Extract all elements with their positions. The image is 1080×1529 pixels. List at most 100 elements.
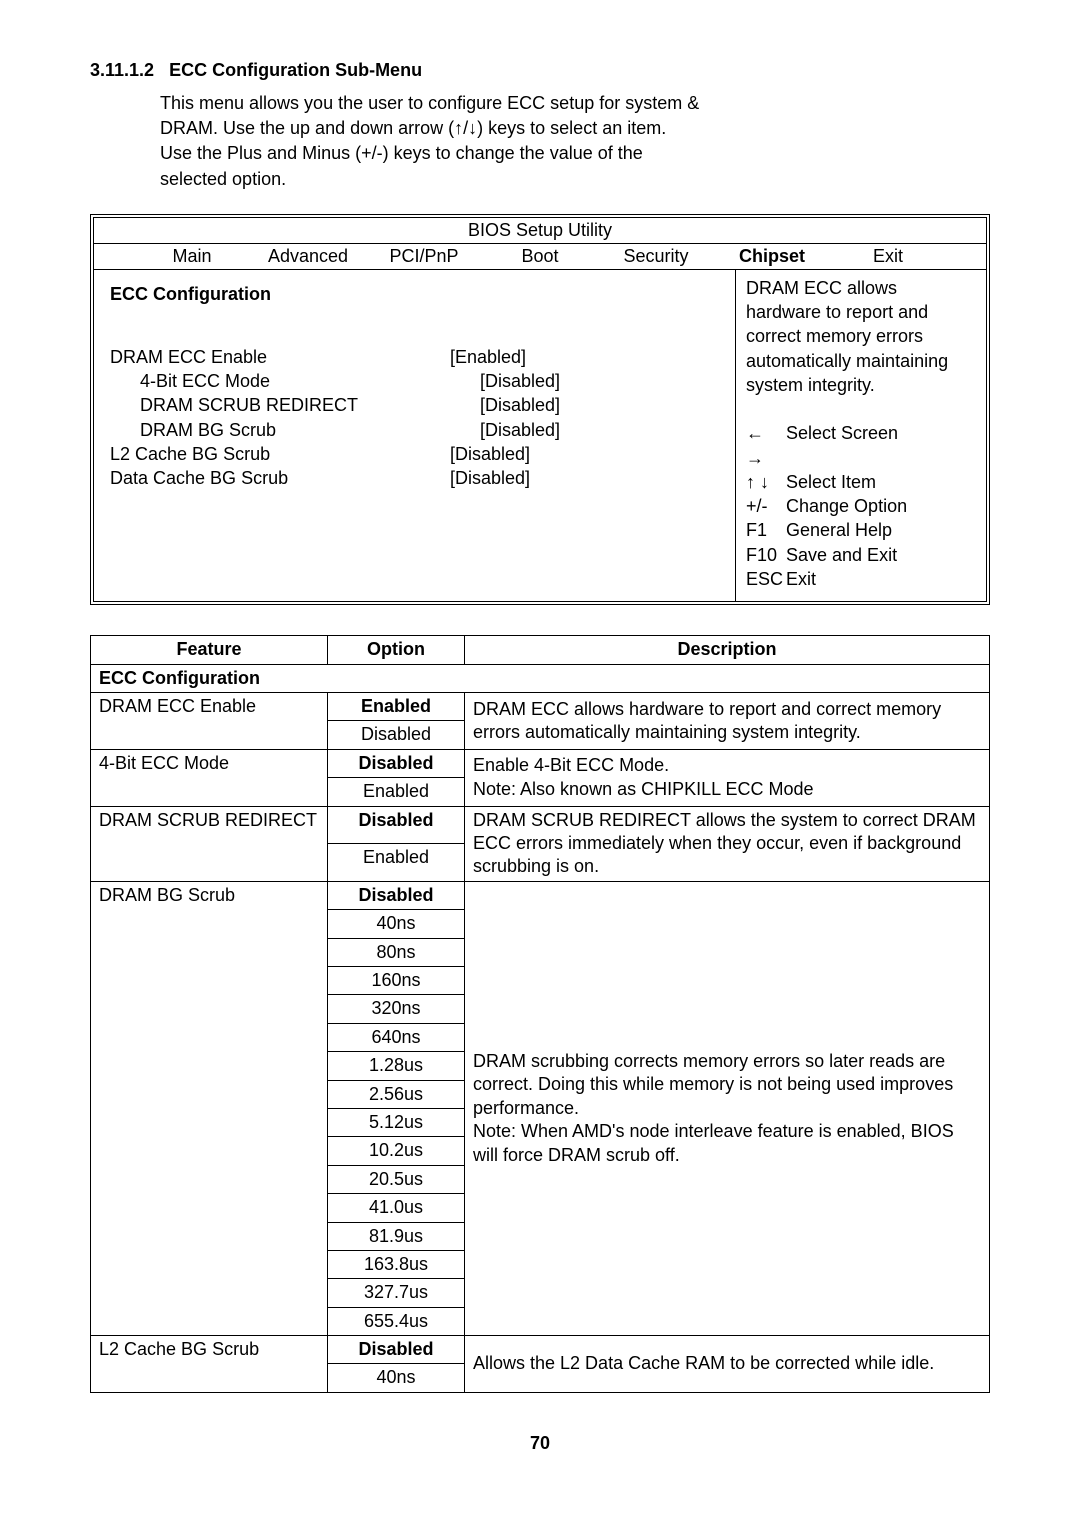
help-key-row: F1General Help [746, 518, 976, 542]
bios-option-row[interactable]: 4-Bit ECC Mode[Disabled] [110, 369, 725, 393]
menu-chipset[interactable]: Chipset [714, 246, 830, 267]
menu-advanced[interactable]: Advanced [250, 246, 366, 267]
bios-option-row[interactable]: L2 Cache BG Scrub[Disabled] [110, 442, 725, 466]
bios-title: BIOS Setup Utility [94, 218, 986, 243]
intro-text-4: selected option. [160, 169, 286, 189]
menu-security[interactable]: Security [598, 246, 714, 267]
bios-option-label: Data Cache BG Scrub [110, 466, 450, 490]
menu-main[interactable]: Main [134, 246, 250, 267]
help-key-desc: Change Option [786, 494, 907, 518]
help-key-desc: Exit [786, 567, 816, 591]
table-row: DRAM SCRUB REDIRECTDisabledDRAM SCRUB RE… [91, 806, 990, 844]
option-cell: 163.8us [328, 1250, 465, 1278]
option-cell: 327.7us [328, 1279, 465, 1307]
menu-boot[interactable]: Boot [482, 246, 598, 267]
option-cell: 10.2us [328, 1137, 465, 1165]
help-key: F1 [746, 518, 786, 542]
help-key-row: ESCExit [746, 567, 976, 591]
bios-help-pane: DRAM ECC allows hardware to report and c… [735, 270, 986, 602]
help-text: DRAM ECC allows hardware to report and c… [746, 276, 976, 397]
feature-cell: L2 Cache BG Scrub [91, 1336, 328, 1393]
menu-pcipnp[interactable]: PCI/PnP [366, 246, 482, 267]
help-key-row: +/-Change Option [746, 494, 976, 518]
option-cell: 160ns [328, 967, 465, 995]
bios-option-row[interactable]: Data Cache BG Scrub[Disabled] [110, 466, 725, 490]
arrow-up-icon: ↑ [454, 118, 463, 138]
bios-option-value: [Enabled] [450, 345, 526, 369]
option-cell: 5.12us [328, 1108, 465, 1136]
bios-option-row[interactable]: DRAM SCRUB REDIRECT[Disabled] [110, 393, 725, 417]
bios-option-label: DRAM ECC Enable [110, 345, 450, 369]
option-cell: 20.5us [328, 1165, 465, 1193]
bios-option-label: L2 Cache BG Scrub [110, 442, 450, 466]
option-cell: Enabled [328, 693, 465, 721]
feature-cell: 4-Bit ECC Mode [91, 749, 328, 806]
option-cell: Enabled [328, 844, 465, 882]
th-description: Description [465, 636, 990, 664]
table-row: L2 Cache BG ScrubDisabledAllows the L2 D… [91, 1336, 990, 1364]
help-key-row: ↑ ↓Select Item [746, 470, 976, 494]
bios-option-value: [Disabled] [450, 442, 530, 466]
section-heading: 3.11.1.2 ECC Configuration Sub-Menu [90, 60, 990, 81]
bios-options-pane: ECC Configuration DRAM ECC Enable[Enable… [94, 270, 735, 602]
help-key-desc: Save and Exit [786, 543, 897, 567]
description-cell: DRAM ECC allows hardware to report and c… [465, 693, 990, 750]
option-cell: 80ns [328, 938, 465, 966]
page-number: 70 [90, 1433, 990, 1454]
intro-text-1: This menu allows you the user to configu… [160, 93, 699, 113]
option-cell: 1.28us [328, 1052, 465, 1080]
bios-option-row[interactable]: DRAM ECC Enable[Enabled] [110, 345, 725, 369]
description-cell: Allows the L2 Data Cache RAM to be corre… [465, 1336, 990, 1393]
help-key: F10 [746, 543, 786, 567]
table-row: DRAM ECC EnableEnabledDRAM ECC allows ha… [91, 693, 990, 721]
help-key-desc: General Help [786, 518, 892, 542]
option-cell: 2.56us [328, 1080, 465, 1108]
help-key: +/- [746, 494, 786, 518]
bios-option-value: [Disabled] [480, 418, 560, 442]
bios-panel: BIOS Setup Utility Main Advanced PCI/PnP… [90, 214, 990, 606]
help-key-desc: Select Screen [786, 421, 898, 470]
bios-option-value: [Disabled] [480, 369, 560, 393]
description-cell: Enable 4-Bit ECC Mode.Note: Also known a… [465, 749, 990, 806]
option-cell: Disabled [328, 749, 465, 777]
description-cell: DRAM SCRUB REDIRECT allows the system to… [465, 806, 990, 881]
bios-option-value: [Disabled] [450, 466, 530, 490]
help-key-desc: Select Item [786, 470, 876, 494]
bios-option-row[interactable]: DRAM BG Scrub[Disabled] [110, 418, 725, 442]
option-cell: 655.4us [328, 1307, 465, 1335]
option-cell: 320ns [328, 995, 465, 1023]
option-cell: 81.9us [328, 1222, 465, 1250]
option-cell: Disabled [328, 721, 465, 749]
help-key: ← → [746, 421, 786, 470]
bios-option-label: 4-Bit ECC Mode [110, 369, 480, 393]
bios-option-value: [Disabled] [480, 393, 560, 417]
table-row: DRAM BG ScrubDisabledDRAM scrubbing corr… [91, 881, 990, 909]
description-cell: DRAM scrubbing corrects memory errors so… [465, 881, 990, 1335]
help-key-row: F10Save and Exit [746, 543, 976, 567]
option-cell: Disabled [328, 1336, 465, 1364]
intro-text-2a: DRAM. Use the up and down arrow ( [160, 118, 454, 138]
menu-exit[interactable]: Exit [830, 246, 946, 267]
bios-option-label: DRAM SCRUB REDIRECT [110, 393, 480, 417]
feature-cell: DRAM ECC Enable [91, 693, 328, 750]
option-cell: 41.0us [328, 1194, 465, 1222]
table-row: 4-Bit ECC ModeDisabledEnable 4-Bit ECC M… [91, 749, 990, 777]
feature-cell: DRAM SCRUB REDIRECT [91, 806, 328, 881]
table-section-header: ECC Configuration [91, 664, 990, 692]
th-option: Option [328, 636, 465, 664]
help-key: ESC [746, 567, 786, 591]
help-key: ↑ ↓ [746, 470, 786, 494]
intro-paragraph: This menu allows you the user to configu… [160, 91, 990, 192]
bios-option-label: DRAM BG Scrub [110, 418, 480, 442]
heading-title: ECC Configuration Sub-Menu [169, 60, 422, 80]
arrow-down-icon: ↓ [468, 118, 477, 138]
feature-table: Feature Option Description ECC Configura… [90, 635, 990, 1393]
option-cell: Disabled [328, 806, 465, 844]
help-key-row: ← →Select Screen [746, 421, 976, 470]
intro-text-2b: ) keys to select an item. [477, 118, 666, 138]
option-cell: 640ns [328, 1023, 465, 1051]
option-cell: 40ns [328, 1364, 465, 1392]
th-feature: Feature [91, 636, 328, 664]
intro-text-3: Use the Plus and Minus (+/-) keys to cha… [160, 143, 643, 163]
feature-cell: DRAM BG Scrub [91, 881, 328, 1335]
